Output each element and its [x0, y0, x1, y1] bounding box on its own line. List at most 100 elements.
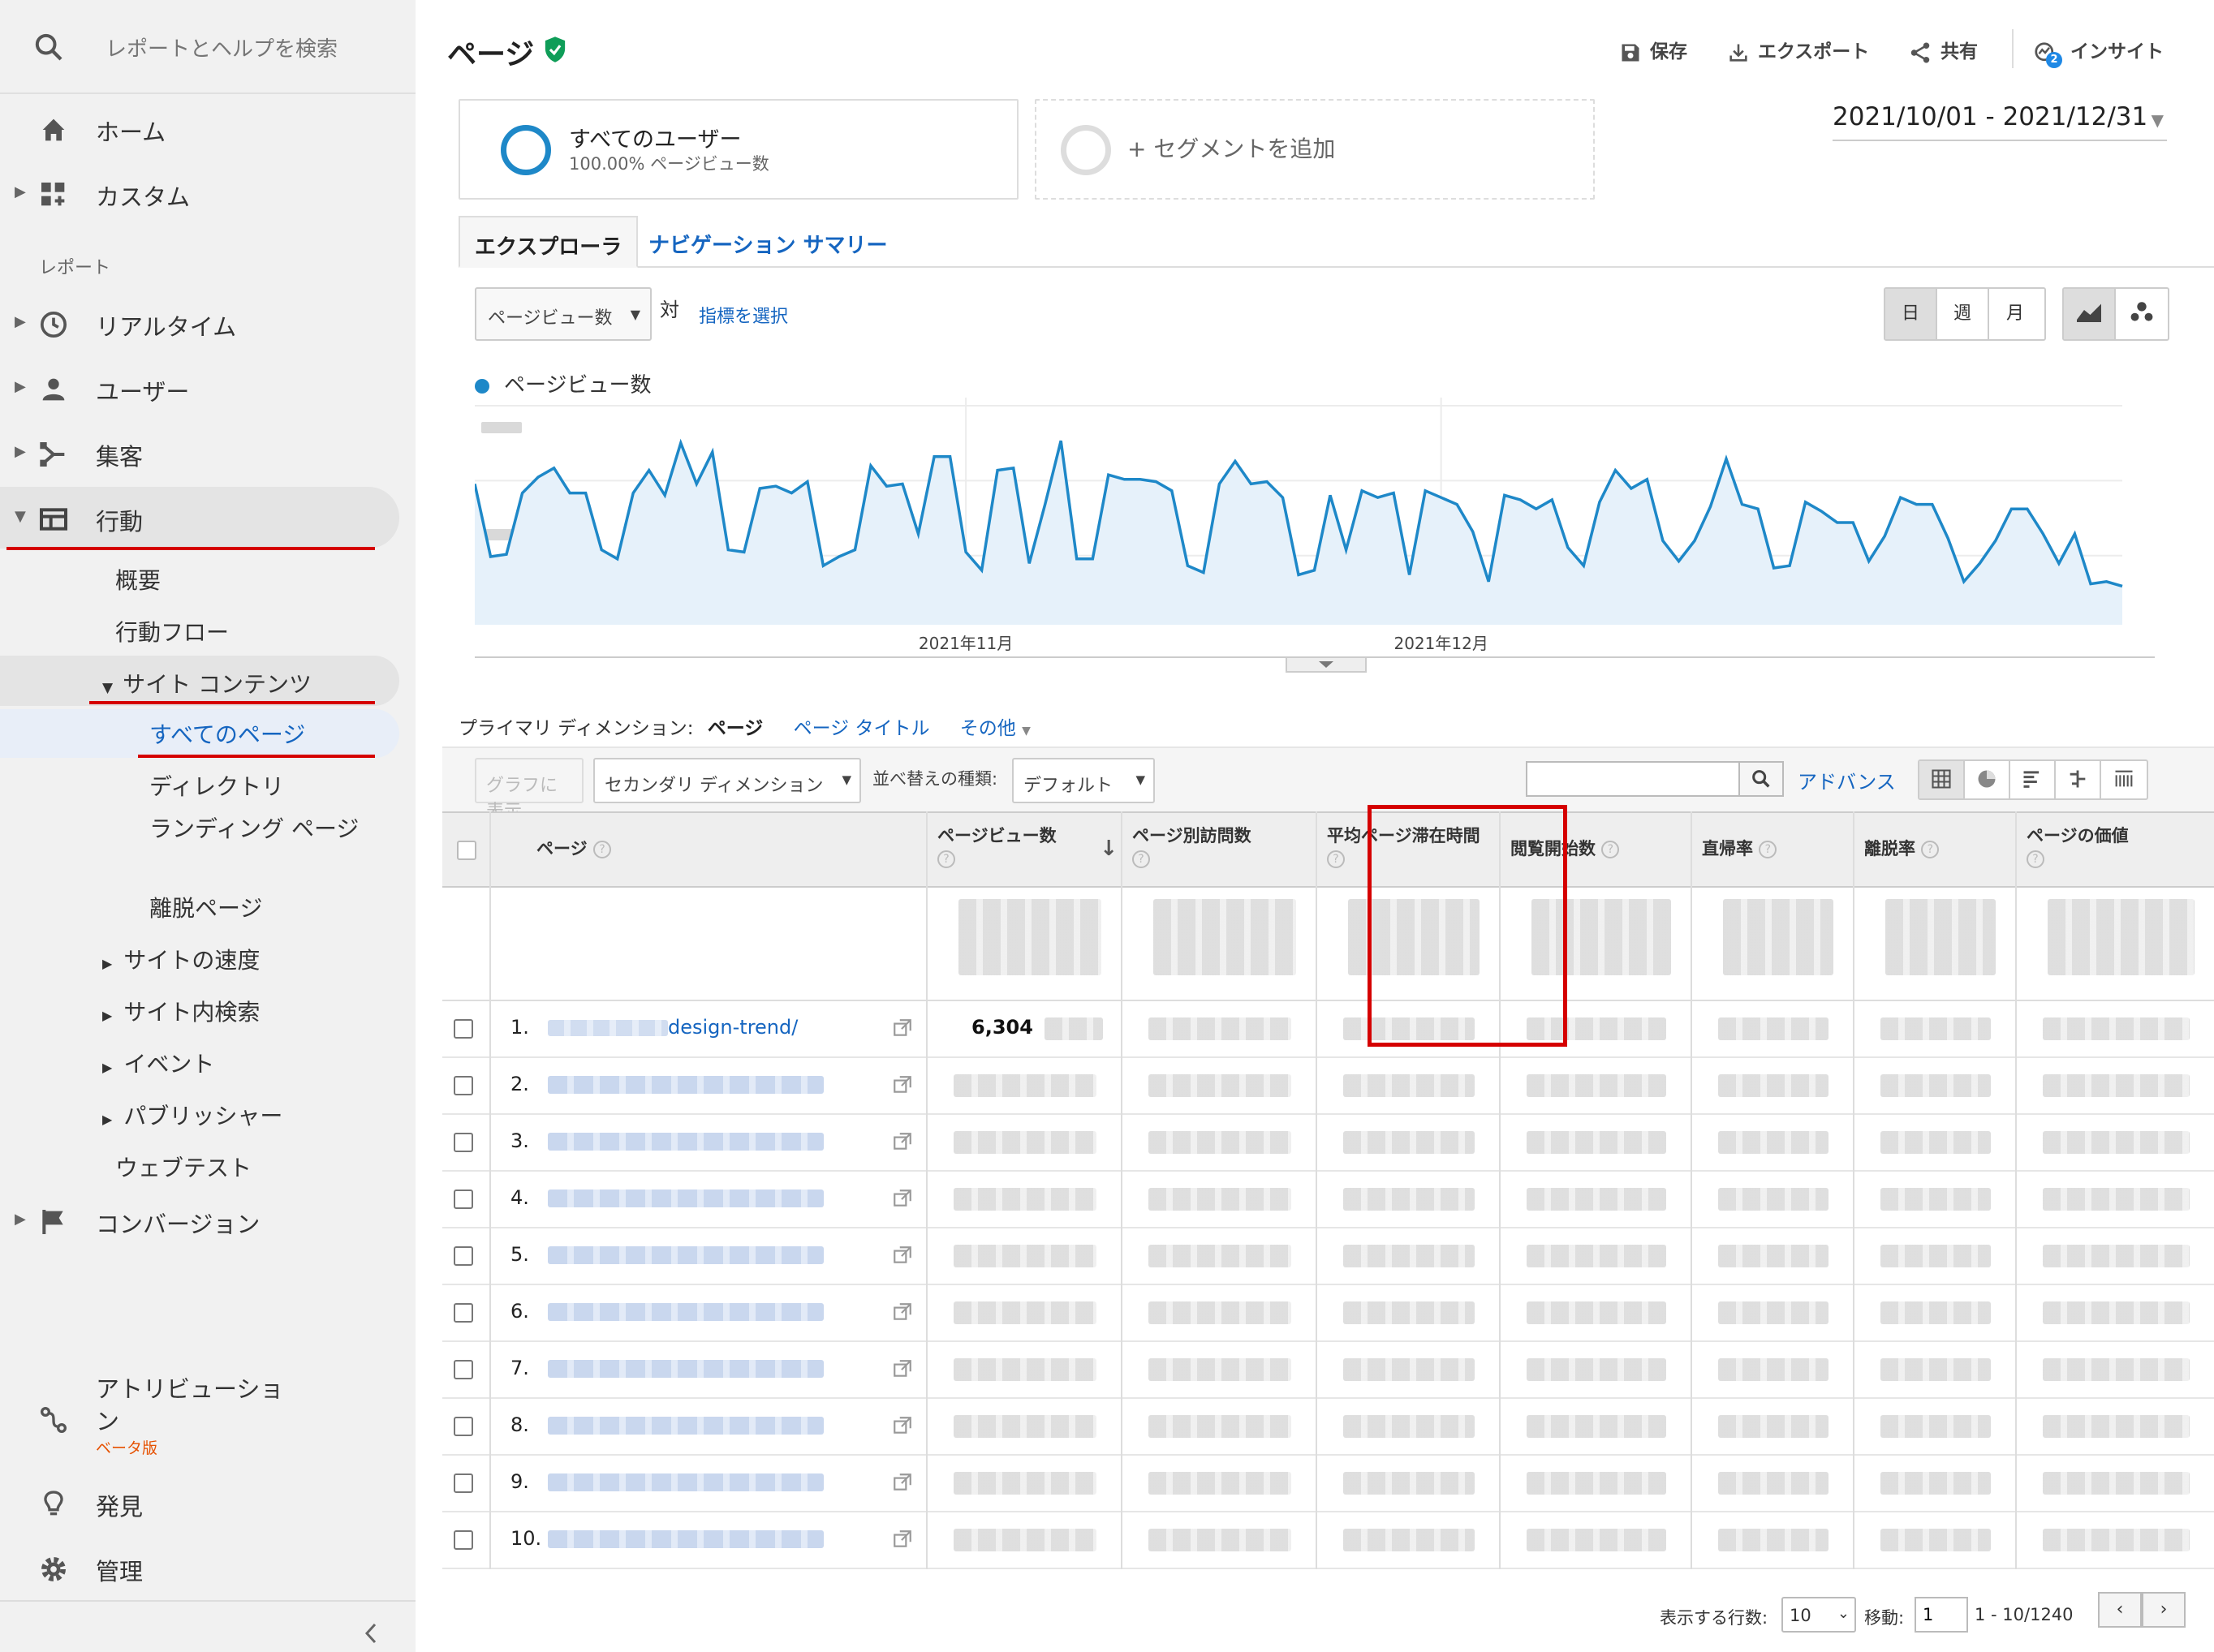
row-checkbox[interactable] — [454, 1190, 473, 1209]
page-link[interactable] — [548, 1527, 824, 1550]
insight-button[interactable]: 2 インサイト — [2033, 36, 2164, 68]
sidebar-sub-events[interactable]: ▶ イベント — [102, 1047, 214, 1079]
row-checkbox[interactable] — [454, 1473, 473, 1493]
sidebar-item-behavior[interactable]: ▼ 行動 — [0, 490, 416, 547]
page-link[interactable] — [548, 1073, 824, 1095]
search-icon[interactable] — [32, 31, 65, 63]
dimension-page-title[interactable]: ページ タイトル — [794, 718, 930, 739]
row-checkbox[interactable] — [454, 1360, 473, 1379]
save-button[interactable]: 保存 — [1619, 36, 1687, 64]
help-icon[interactable]: ? — [1327, 850, 1345, 868]
sort-type-select[interactable]: デフォルト ▼ — [1012, 758, 1155, 803]
row-checkbox[interactable] — [454, 1076, 473, 1095]
sidebar-sub-directory[interactable]: ディレクトリ — [149, 769, 284, 802]
table-view-button[interactable] — [1919, 761, 1965, 798]
dimension-other[interactable]: その他 ▼ — [960, 718, 1031, 739]
sidebar-sub-web-test[interactable]: ウェブテスト — [115, 1151, 252, 1183]
sidebar-item-conversion[interactable]: ▶ コンバージョン — [0, 1193, 416, 1250]
page-link[interactable] — [548, 1186, 824, 1209]
rows-per-page-select[interactable]: 10 ⌄ — [1781, 1597, 1856, 1633]
export-button[interactable]: エクスポート — [1727, 36, 1869, 64]
open-external-icon[interactable] — [892, 1415, 913, 1436]
tab-navigation-summary[interactable]: ナビゲーション サマリー — [634, 216, 902, 268]
open-external-icon[interactable] — [892, 1017, 913, 1039]
motion-chart-button[interactable] — [2116, 289, 2168, 339]
page-link[interactable] — [548, 1300, 824, 1323]
page-link[interactable] — [548, 1470, 824, 1493]
dimension-page[interactable]: ページ — [708, 718, 764, 739]
row-checkbox[interactable] — [454, 1019, 473, 1039]
open-external-icon[interactable] — [892, 1529, 913, 1550]
add-segment-button[interactable]: + セグメントを追加 — [1035, 99, 1595, 200]
date-range-picker[interactable]: 2021/10/01 - 2021/12/31 ▼ — [1833, 102, 2167, 141]
page-link[interactable] — [548, 1357, 824, 1379]
column-pageviews[interactable]: ページビュー数? ↓ — [926, 813, 1121, 889]
pie-view-button[interactable] — [1965, 761, 2010, 798]
help-icon[interactable]: ? — [937, 850, 955, 868]
next-page-button[interactable]: › — [2142, 1592, 2186, 1628]
column-exit-rate[interactable]: 離脱率 ? — [1853, 813, 2015, 889]
sidebar-sub-overview[interactable]: 概要 — [115, 563, 161, 596]
sidebar-item-realtime[interactable]: ▶ リアルタイム — [0, 295, 416, 352]
table-search-button[interactable] — [1738, 761, 1784, 797]
sidebar-sub-behavior-flow[interactable]: 行動フロー — [115, 615, 229, 647]
sidebar-sub-site-content[interactable]: ▼ サイト コンテンツ — [102, 667, 312, 699]
sidebar-item-users[interactable]: ▶ ユーザー — [0, 360, 416, 417]
sidebar-item-custom[interactable]: ▶ カスタム — [0, 166, 416, 222]
metric-select[interactable]: ページビュー数 ▼ — [475, 287, 652, 341]
choose-metric-link[interactable]: 指標を選択 — [699, 302, 788, 328]
page-link[interactable] — [548, 1243, 824, 1266]
row-checkbox[interactable] — [454, 1530, 473, 1550]
search-placeholder[interactable]: レポートとヘルプを検索 — [106, 32, 338, 62]
column-page[interactable]: ページ ? — [489, 813, 926, 889]
plot-rows-button[interactable]: グラフに表示 — [475, 758, 584, 822]
open-external-icon[interactable] — [892, 1472, 913, 1493]
table-filter-input[interactable] — [1526, 761, 1740, 797]
open-external-icon[interactable] — [892, 1301, 913, 1323]
open-external-icon[interactable] — [892, 1245, 913, 1266]
pivot-view-button[interactable] — [2101, 761, 2147, 798]
row-checkbox[interactable] — [454, 1133, 473, 1152]
sidebar-sub-landing-pages[interactable]: ランディング ページ — [149, 813, 360, 845]
row-checkbox[interactable] — [454, 1246, 473, 1266]
collapse-sidebar-icon[interactable] — [362, 1621, 381, 1646]
sidebar-item-admin[interactable]: 管理 — [0, 1540, 416, 1597]
sidebar-sub-exit-pages[interactable]: 離脱ページ — [149, 891, 262, 923]
page-link[interactable] — [548, 1413, 824, 1436]
row-checkbox[interactable] — [454, 1417, 473, 1436]
open-external-icon[interactable] — [892, 1074, 913, 1095]
open-external-icon[interactable] — [892, 1358, 913, 1379]
period-day-button[interactable]: 日 — [1885, 289, 1937, 339]
sidebar-item-discover[interactable]: 発見 — [0, 1475, 416, 1532]
help-icon[interactable]: ? — [1759, 841, 1777, 858]
tab-explorer[interactable]: エクスプローラ — [459, 216, 639, 268]
column-bounce-rate[interactable]: 直帰率 ? — [1691, 813, 1853, 889]
column-page-value[interactable]: ページの価値? — [2015, 813, 2214, 889]
open-external-icon[interactable] — [892, 1131, 913, 1152]
sidebar-sub-site-speed[interactable]: ▶ サイトの速度 — [102, 943, 260, 975]
goto-input[interactable] — [1915, 1597, 1968, 1633]
secondary-dimension-select[interactable]: セカンダリ ディメンション ▼ — [593, 758, 861, 803]
sidebar-sub-site-search[interactable]: ▶ サイト内検索 — [102, 995, 260, 1027]
help-icon[interactable]: ? — [1921, 841, 1940, 858]
sidebar-item-attribution[interactable]: アトリビューション ベータ版 — [0, 1362, 416, 1459]
help-icon[interactable]: ? — [592, 841, 611, 858]
help-icon[interactable]: ? — [2027, 850, 2044, 868]
sidebar-sub-publisher[interactable]: ▶ パブリッシャー — [102, 1099, 282, 1131]
line-chart-button[interactable] — [2064, 289, 2116, 339]
prev-page-button[interactable]: ‹ — [2098, 1592, 2142, 1628]
help-icon[interactable]: ? — [1132, 850, 1150, 868]
select-all-checkbox[interactable] — [457, 841, 476, 860]
sidebar-item-acquisition[interactable]: ▶ 集客 — [0, 425, 416, 482]
share-button[interactable]: 共有 — [1908, 36, 1978, 65]
comparison-view-button[interactable] — [2056, 761, 2101, 798]
page-link[interactable] — [548, 1129, 824, 1152]
sidebar-sub-all-pages[interactable]: すべてのページ — [149, 717, 305, 750]
help-icon[interactable]: ? — [1601, 841, 1620, 858]
performance-view-button[interactable] — [2010, 761, 2056, 798]
advanced-filter-link[interactable]: アドバンス — [1798, 766, 1896, 794]
period-week-button[interactable]: 週 — [1937, 289, 1989, 339]
report-search[interactable]: レポートとヘルプを検索 — [0, 0, 416, 94]
period-month-button[interactable]: 月 — [1989, 289, 2041, 339]
sidebar-item-home[interactable]: ホーム — [0, 101, 416, 157]
